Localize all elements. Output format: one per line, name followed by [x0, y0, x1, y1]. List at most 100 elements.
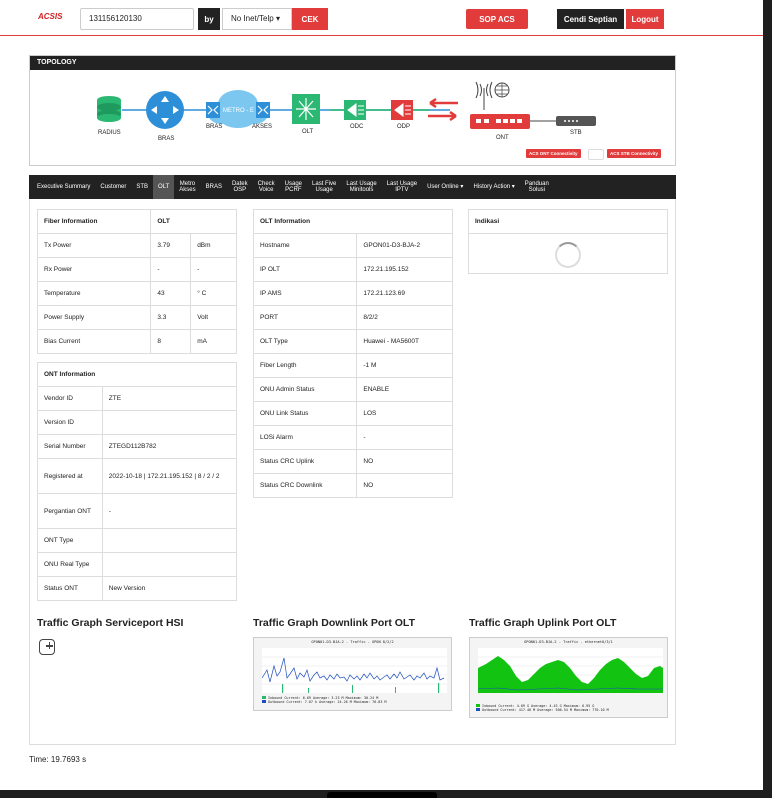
table-row: OLT Type Huawei - MA5600T [252, 329, 453, 354]
table-row: Registered at 2022-10-18 | 172.21.195.152… [37, 458, 238, 494]
by-label: by [198, 8, 220, 30]
ont-cell: 2022-10-18 | 172.21.195.152 | 8 / 2 / 2 [101, 458, 238, 494]
nav-item-0[interactable]: Executive Summary [32, 175, 95, 199]
olt-cell: ENABLE [356, 377, 453, 402]
wifi-globe-icon [475, 81, 510, 110]
fiber-cell: Temperature [36, 281, 152, 306]
olt-cell: 172.21.195.152 [356, 257, 453, 282]
table-row: ONU Real Type [37, 552, 238, 577]
table-row: IP OLT 172.21.195.152 [252, 257, 453, 282]
olt-cell: LOSi Alarm [252, 425, 358, 450]
olt-cell: ONU Admin Status [252, 377, 358, 402]
ont-device-icon [470, 114, 530, 129]
nav-item-7[interactable]: Check Voice [253, 175, 280, 199]
nav-item-8[interactable]: Usage PCRF [280, 175, 307, 199]
nav-item-3[interactable]: OLT [153, 175, 175, 199]
acs-ont-connectivity-button[interactable]: ACS ONT Connectivity [526, 149, 581, 158]
app-logo[interactable]: ACSIS [38, 12, 62, 21]
loading-icon [588, 149, 604, 160]
ont-cell: ONT Type [37, 528, 103, 553]
node-label-bras-2: BRAS [206, 124, 223, 130]
table-row: ONT Type [37, 528, 238, 553]
node-label-odc: ODC [350, 124, 364, 130]
olt-cell: Fiber Length [252, 353, 358, 378]
table-row: Version ID [37, 410, 238, 435]
ont-cell: ZTE [101, 386, 238, 411]
search-type-value: No Inet/Telp [231, 14, 274, 23]
odc-icon [344, 100, 366, 120]
fiber-info-table: Fiber Information OLT Tx Power 3.79 dBm Rx … [36, 209, 237, 354]
table-row: Bias Current 8 mA [36, 329, 237, 354]
graph-uplink-title: Traffic Graph Uplink Port OLT [469, 617, 617, 629]
nav-item-10[interactable]: Last Usage Minitools [341, 175, 381, 199]
olt-cell: Hostname [252, 233, 358, 258]
fiber-cell: Rx Power [36, 257, 152, 282]
ont-cell [101, 528, 238, 553]
graph-uplink-caption: GPON01-D3-BJA-2 - Traffic - ethernet0/3/… [524, 640, 613, 644]
ont-cell: ONU Real Type [37, 552, 103, 577]
ont-cell: ZTEGD112B782 [101, 434, 238, 459]
olt-cell: -1 M [356, 353, 453, 378]
node-label-metro: METRO - E [223, 108, 254, 114]
graph-downlink-image[interactable]: GPON01-D3-BJA-2 - Traffic - GPON 8/2/2 I… [253, 637, 452, 711]
fiber-cell: 3.3 [150, 305, 192, 330]
olt-cell: Huawei - MA5600T [356, 329, 453, 354]
nav-item-4[interactable]: Metro Akses [174, 175, 200, 199]
table-row: Pergantian ONT - [37, 493, 238, 529]
table-row: Rx Power - - [36, 257, 237, 282]
table-row: Status ONT New Version [37, 576, 238, 601]
nav-item-13[interactable]: History Action ▾ [468, 175, 519, 199]
loading-spinner-icon [555, 242, 581, 268]
table-row: Vendor ID ZTE [37, 386, 238, 411]
olt-cell: Status CRC Uplink [252, 449, 358, 474]
uplink-inbound-area [478, 656, 663, 693]
node-label-bras: BRAS [158, 136, 175, 142]
fiber-cell: 43 [150, 281, 192, 306]
nav-item-12[interactable]: User Online ▾ [422, 175, 468, 199]
olt-cell: LOS [356, 401, 453, 426]
graph-uplink-legend: Inbound Current: 4.69 G Average: 4.43 G … [476, 704, 609, 712]
ont-info-header: ONT Information [37, 362, 237, 387]
horizontal-scrollbar[interactable] [327, 792, 437, 798]
graph-downlink-legend: Inbound Current: 6.69 Average: 3.23 M Ma… [262, 696, 386, 704]
graph-serviceport-title: Traffic Graph Serviceport HSI [37, 617, 184, 629]
table-row: Tx Power 3.79 dBm [36, 233, 237, 258]
nav-item-5[interactable]: BRAS [201, 175, 227, 199]
stb-icon [556, 116, 596, 126]
ont-cell: New Version [101, 576, 238, 601]
chevron-down-icon: ▾ [275, 14, 280, 23]
table-row: Status CRC Downlink NO [252, 473, 453, 498]
nav-item-9[interactable]: Last Five Usage [307, 175, 341, 199]
olt-info-table: OLT Information Hostname GPON01-D3-BJA-2 I… [252, 209, 453, 498]
search-type-select[interactable]: No Inet/Telp ▾ [222, 8, 292, 30]
indikasi-panel: Indikasi [468, 209, 668, 274]
ont-cell: Serial Number [37, 434, 103, 459]
ont-cell: Registered at [37, 458, 103, 494]
cek-button[interactable]: CEK [292, 8, 328, 30]
graph-uplink-image[interactable]: GPON01-D3-BJA-2 - Traffic - ethernet0/3/… [469, 637, 668, 718]
add-graph-icon[interactable] [39, 639, 55, 655]
nav-item-1[interactable]: Customer [95, 175, 131, 199]
ont-cell: Version ID [37, 410, 103, 435]
node-label-odp: ODP [397, 124, 411, 130]
fiber-cell: Power Supply [36, 305, 152, 330]
nav-item-2[interactable]: STB [131, 175, 153, 199]
nav-item-6[interactable]: Datek OSP [227, 175, 253, 199]
top-bar: ACSIS 131156120130 by No Inet/Telp ▾ CEK… [0, 0, 763, 36]
olt-cell: - [356, 425, 453, 450]
olt-cell: IP OLT [252, 257, 358, 282]
ont-cell: - [101, 493, 238, 529]
ont-cell: Vendor ID [37, 386, 103, 411]
fiber-cell: Volt [190, 305, 237, 330]
olt-cell: PORT [252, 305, 358, 330]
olt-cell: Status CRC Downlink [252, 473, 358, 498]
table-row: Fiber Length -1 M [252, 353, 453, 378]
logout-button[interactable]: Logout [626, 9, 664, 29]
nav-item-14[interactable]: Panduan Solusi [520, 175, 554, 199]
fiber-cell: - [150, 257, 192, 282]
search-input[interactable]: 131156120130 [80, 8, 194, 30]
acs-stb-connectivity-button[interactable]: ACS STB Connectivity [607, 149, 662, 158]
nav-item-11[interactable]: Last Usage IPTV [382, 175, 422, 199]
uplink-graph-plot [478, 648, 663, 693]
sop-acs-button[interactable]: SOP ACS [466, 9, 528, 29]
